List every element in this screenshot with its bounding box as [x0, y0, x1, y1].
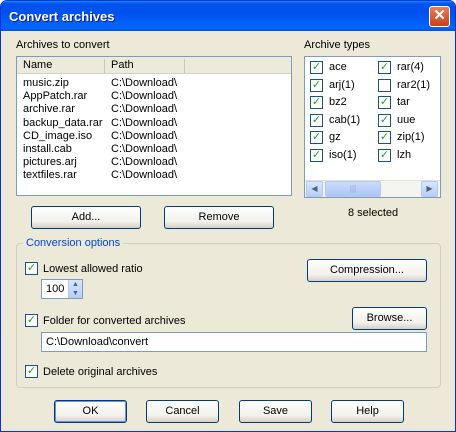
archive-type-checkbox[interactable]: ✓	[378, 148, 391, 162]
archive-name: music.zip	[23, 77, 69, 89]
cancel-button[interactable]: Cancel	[146, 400, 219, 423]
stepper-arrows[interactable]: ▲ ▼	[68, 280, 82, 298]
window-title: Convert archives	[9, 9, 115, 24]
remove-button[interactable]: Remove	[164, 206, 274, 229]
archive-type-checkbox[interactable]: ✓	[378, 61, 391, 74]
conversion-options-label: Conversion options	[23, 237, 124, 249]
stepper-up-icon[interactable]: ▲	[69, 280, 82, 289]
archives-list-header: Name Path	[17, 57, 291, 74]
archive-type-label: gz	[329, 131, 341, 143]
archive-type-label: uue	[397, 113, 416, 126]
archive-path: C:\Download\	[111, 143, 178, 155]
archive-type-label: bz2	[329, 96, 347, 108]
archive-name: AppPatch.rar	[23, 90, 88, 103]
archives-list[interactable]: Name Path music.zip C:\Download\ AppPatch.…	[16, 56, 292, 196]
column-header-path[interactable]: Path	[105, 59, 185, 73]
archive-name: install.cab	[23, 143, 72, 155]
ok-button[interactable]: OK	[54, 400, 127, 423]
ratio-stepper[interactable]: 100 ▲ ▼	[41, 279, 83, 299]
add-button[interactable]: Add...	[31, 206, 141, 229]
archive-path: C:\Download\	[111, 156, 178, 169]
types-horizontal-scrollbar[interactable]: ◀ ||| ▶	[305, 180, 440, 197]
close-icon: ✕	[433, 7, 446, 24]
archive-type-checkbox[interactable]	[378, 78, 391, 92]
folder-label: Folder for converted archives	[43, 315, 186, 327]
output-folder-input[interactable]: C:\Download\convert	[41, 332, 427, 352]
archive-type-label: arj(1)	[329, 78, 355, 91]
archive-types-list[interactable]: ✓ ace ✓ rar(4) ✓ arj(1) rar2(1) ✓ bz2 ✓ tar ✓ cab(1)…	[304, 56, 441, 198]
scroll-thumb[interactable]: |||	[325, 181, 381, 197]
archive-type-label: lzh	[397, 148, 412, 161]
archive-type-label: cab(1)	[329, 113, 361, 126]
scroll-right-arrow-icon[interactable]: ▶	[421, 181, 438, 197]
stepper-down-icon[interactable]: ▼	[69, 289, 82, 298]
archive-type-checkbox[interactable]: ✓	[310, 78, 323, 92]
archives-label: Archives to convert	[16, 39, 110, 51]
archive-type-label: tar	[397, 96, 410, 108]
ratio-value: 100	[46, 283, 65, 295]
archive-type-checkbox[interactable]: ✓	[310, 113, 323, 127]
archive-type-label: zip(1)	[397, 131, 425, 143]
close-button[interactable]: ✕	[429, 6, 450, 27]
archive-type-label: iso(1)	[329, 148, 357, 161]
archive-type-checkbox[interactable]: ✓	[310, 131, 323, 144]
archive-name: backup_data.rar	[23, 116, 103, 129]
archive-path: C:\Download\	[111, 103, 178, 116]
delete-original-label: Delete original archives	[43, 366, 158, 378]
save-button[interactable]: Save	[239, 400, 312, 423]
archive-path: C:\Download\	[111, 77, 178, 89]
archive-type-checkbox[interactable]: ✓	[310, 96, 323, 109]
archive-type-checkbox[interactable]: ✓	[310, 148, 323, 162]
archive-path: C:\Download\	[111, 90, 178, 103]
archive-path: C:\Download\	[111, 116, 178, 129]
column-header-name[interactable]: Name	[17, 59, 105, 73]
archive-name: CD_image.iso	[23, 129, 93, 142]
help-button[interactable]: Help	[331, 400, 404, 423]
archive-name: pictures.arj	[23, 156, 77, 169]
selected-count: 8 selected	[348, 207, 399, 219]
archive-type-checkbox[interactable]: ✓	[378, 131, 391, 144]
browse-button[interactable]: Browse...	[352, 307, 427, 330]
lowest-ratio-label: Lowest allowed ratio	[43, 263, 143, 275]
scroll-left-arrow-icon[interactable]: ◀	[306, 181, 323, 197]
compression-button[interactable]: Compression...	[307, 259, 427, 282]
archive-type-checkbox[interactable]: ✓	[378, 96, 391, 109]
archive-path: C:\Download\	[111, 129, 178, 142]
archive-types-label: Archive types	[304, 39, 371, 51]
archive-name: archive.rar	[23, 103, 75, 116]
archive-path: C:\Download\	[111, 169, 178, 182]
folder-checkbox[interactable]: ✓	[25, 314, 38, 327]
lowest-ratio-checkbox[interactable]: ✓	[25, 262, 38, 275]
convert-archives-dialog: Convert archives ✕ Archives to convert N…	[0, 0, 456, 432]
archive-type-checkbox[interactable]: ✓	[310, 61, 323, 74]
archive-type-label: rar(4)	[397, 61, 424, 73]
archive-name: textfiles.rar	[23, 169, 77, 182]
title-bar: Convert archives ✕	[1, 1, 455, 31]
delete-original-checkbox[interactable]: ✓	[25, 365, 38, 378]
archive-type-label: rar2(1)	[397, 78, 431, 91]
archive-type-label: ace	[329, 61, 347, 73]
archive-type-checkbox[interactable]: ✓	[378, 113, 391, 127]
